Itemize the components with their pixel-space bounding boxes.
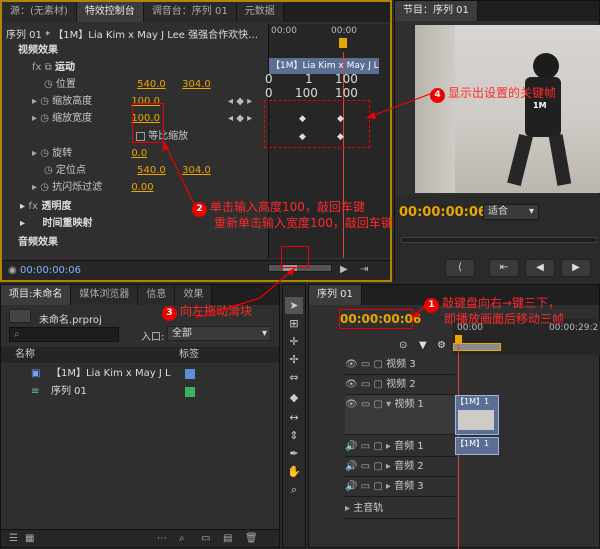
- annotation-arrows: [162, 93, 431, 319]
- arrow-4-head: [366, 112, 376, 119]
- arrow-3-head: [287, 268, 295, 276]
- arrow-2: [163, 141, 197, 209]
- arrow-3-line: [195, 297, 261, 319]
- arrow-4: [365, 93, 431, 119]
